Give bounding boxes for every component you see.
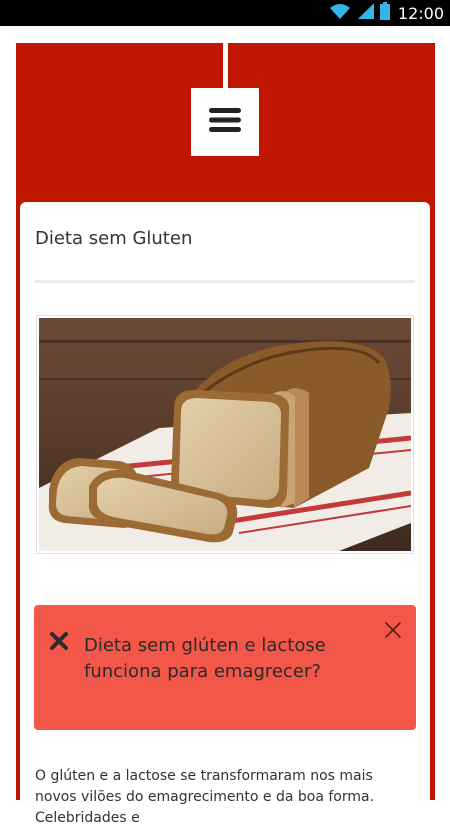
- bread-loaf-photo: [39, 318, 411, 551]
- menu-button[interactable]: [191, 88, 259, 156]
- x-mark-icon: [49, 631, 69, 655]
- status-icons: 12:00: [328, 2, 444, 24]
- menu-hanger: [223, 43, 228, 91]
- page-title: Dieta sem Gluten: [35, 228, 193, 249]
- wifi-icon: [328, 2, 352, 24]
- article-image: [36, 315, 414, 554]
- alert-text: Dieta sem glúten e lactose funciona para…: [84, 635, 326, 682]
- alert-box: Dieta sem glúten e lactose funciona para…: [34, 605, 416, 730]
- article-body: O glúten e a lactose se transformaram no…: [35, 768, 375, 826]
- close-icon[interactable]: [384, 621, 402, 643]
- battery-icon: [379, 2, 390, 24]
- status-bar: 12:00: [0, 0, 450, 26]
- hamburger-menu-icon: [209, 108, 241, 136]
- title-divider: [35, 280, 415, 283]
- status-time: 12:00: [397, 3, 444, 23]
- content-card: Dieta sem Gluten Dieta sem glúten e lact…: [20, 202, 430, 826]
- signal-icon: [357, 2, 375, 24]
